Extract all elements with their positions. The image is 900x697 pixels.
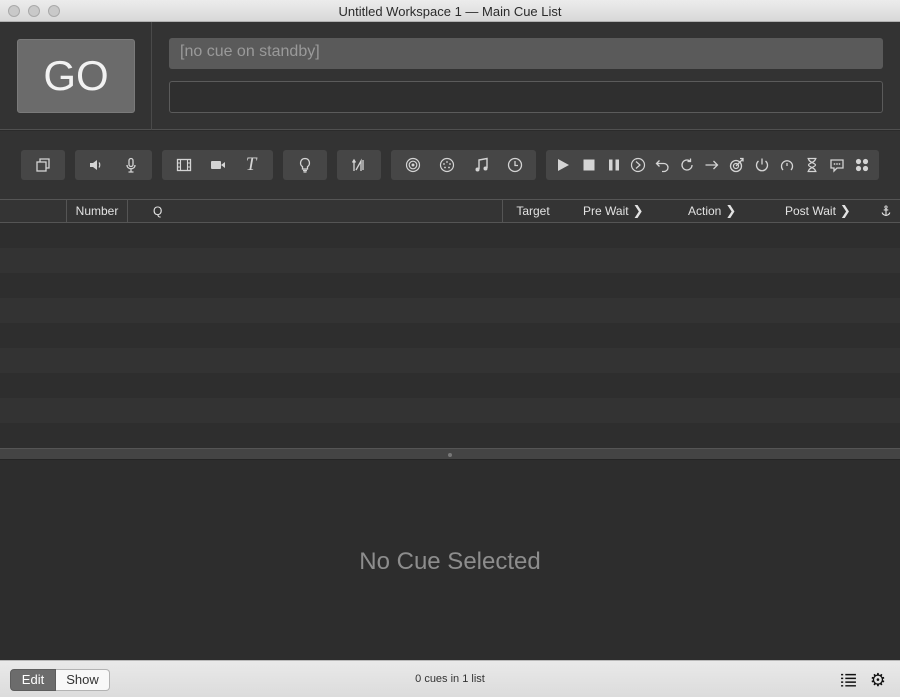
table-row <box>0 273 900 298</box>
control-area: GO [no cue on standby] <box>0 22 900 130</box>
window-title: Untitled Workspace 1 — Main Cue List <box>338 4 562 19</box>
inspector-panel: No Cue Selected <box>0 460 900 660</box>
arm-cue-icon[interactable] <box>748 150 776 180</box>
devamp-cue-icon[interactable] <box>673 150 701 180</box>
gear-icon[interactable]: ⚙ <box>868 670 888 690</box>
goto-cue-icon[interactable] <box>698 150 726 180</box>
toolbar-group-video: T <box>162 150 273 180</box>
target-cue-icon[interactable] <box>723 150 751 180</box>
cue-list-header: Number Q Target Pre Wait ❯ Action ❯ Post W… <box>0 199 900 223</box>
notes-field[interactable] <box>169 81 883 113</box>
q-column-header[interactable]: Q <box>127 200 502 222</box>
table-row <box>0 423 900 448</box>
toolbar-group-audio <box>75 150 152 180</box>
reset-cue-icon[interactable] <box>648 150 676 180</box>
stop-cue-icon[interactable] <box>575 150 603 180</box>
action-label: Action <box>688 204 722 218</box>
split-view-divider[interactable] <box>0 448 900 460</box>
mic-cue-icon[interactable] <box>117 150 145 180</box>
action-column-header[interactable]: Action ❯ <box>663 200 763 222</box>
table-row <box>0 248 900 273</box>
standby-display: [no cue on standby] <box>169 38 883 69</box>
chevron-right-icon: ❯ <box>839 203 851 218</box>
list-icon[interactable] <box>838 670 858 690</box>
number-column-header[interactable]: Number <box>66 200 127 222</box>
table-row <box>0 298 900 323</box>
video-cue-icon[interactable] <box>170 150 198 180</box>
divider-handle[interactable] <box>448 453 452 457</box>
status-column-header[interactable] <box>0 200 66 222</box>
toolbar-group-transport <box>546 150 879 180</box>
toolbar-group-group <box>21 150 65 180</box>
target-column-header[interactable]: Target <box>502 200 563 222</box>
pre-wait-label: Pre Wait <box>583 204 629 218</box>
network-cue-icon[interactable] <box>399 150 427 180</box>
status-bar: Edit Show 0 cues in 1 list ⚙ <box>0 660 900 697</box>
cue-toolbar: T <box>0 131 900 199</box>
post-wait-column-header[interactable]: Post Wait ❯ <box>763 200 871 222</box>
start-cue-icon[interactable] <box>549 150 577 180</box>
script-cue-icon[interactable] <box>848 150 876 180</box>
toolbar-group-light <box>283 150 327 180</box>
go-button[interactable]: GO <box>17 39 135 113</box>
text-cue-icon[interactable]: T <box>237 150 265 180</box>
chevron-right-icon: ❯ <box>632 203 644 218</box>
pre-wait-column-header[interactable]: Pre Wait ❯ <box>563 200 663 222</box>
toolbar-group-fade <box>337 150 381 180</box>
audio-cue-icon[interactable] <box>82 150 110 180</box>
midi-file-cue-icon[interactable] <box>467 150 495 180</box>
go-area: GO <box>0 22 152 130</box>
table-row <box>0 323 900 348</box>
table-row <box>0 223 900 248</box>
group-cue-icon[interactable] <box>29 150 57 180</box>
title-bar: Untitled Workspace 1 — Main Cue List <box>0 0 900 22</box>
wait-cue-icon[interactable] <box>798 150 826 180</box>
chevron-right-icon: ❯ <box>725 203 737 218</box>
fade-cue-icon[interactable] <box>345 150 373 180</box>
light-cue-icon[interactable] <box>291 150 319 180</box>
no-cue-selected-text: No Cue Selected <box>359 548 541 575</box>
memo-cue-icon[interactable] <box>823 150 851 180</box>
cue-list[interactable] <box>0 223 900 448</box>
post-wait-label: Post Wait <box>785 204 836 218</box>
table-row <box>0 373 900 398</box>
timecode-cue-icon[interactable] <box>501 150 529 180</box>
camera-cue-icon[interactable] <box>204 150 232 180</box>
table-row <box>0 398 900 423</box>
toolbar-group-control <box>391 150 536 180</box>
table-row <box>0 348 900 373</box>
midi-cue-icon[interactable] <box>433 150 461 180</box>
disarm-cue-icon[interactable] <box>773 150 801 180</box>
cue-count-status: 0 cues in 1 list <box>415 673 485 685</box>
anchor-icon[interactable] <box>871 200 900 222</box>
